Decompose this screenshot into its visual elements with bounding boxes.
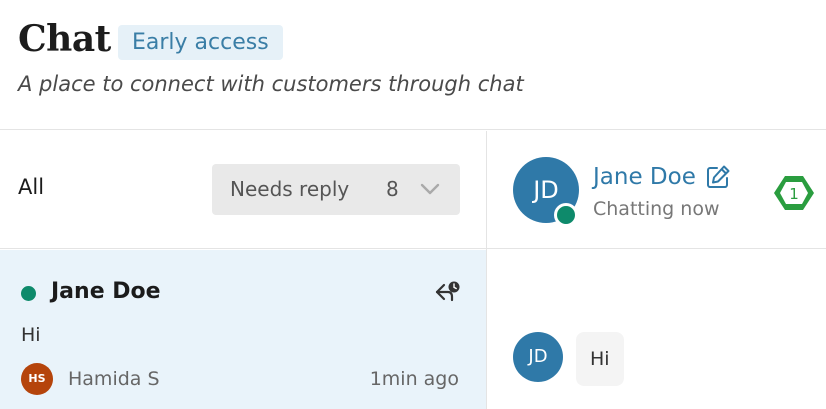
- ticket-count-text: 1: [789, 185, 799, 203]
- assigned-agent-name: Hamida S: [68, 368, 160, 390]
- conversation-timestamp: 1min ago: [369, 368, 459, 390]
- contact-name-link[interactable]: Jane Doe: [593, 164, 696, 190]
- early-access-badge: Early access: [118, 25, 283, 60]
- conversation-list-pane: All Needs reply 8 Jane Doe Hi HS Hamida …: [0, 131, 486, 409]
- conversation-list-item[interactable]: Jane Doe Hi HS Hamida S 1min ago: [0, 250, 486, 409]
- conversation-customer-name: Jane Doe: [51, 279, 161, 304]
- message-sender-avatar: JD: [513, 332, 563, 382]
- filter-row: All Needs reply 8: [0, 131, 486, 249]
- needs-reply-filter-select[interactable]: Needs reply 8: [212, 164, 460, 215]
- filter-select-label: Needs reply: [230, 177, 350, 201]
- contact-status: Chatting now: [593, 198, 720, 220]
- conversation-last-message: Hi: [21, 324, 41, 346]
- contact-header: JD Jane Doe Chatting now 1: [487, 131, 826, 249]
- reply-pending-icon: [435, 281, 460, 302]
- edit-icon[interactable]: [705, 164, 731, 190]
- page-header: Chat Early access A place to connect wit…: [0, 0, 826, 130]
- page-title: Chat: [18, 18, 111, 60]
- agent-avatar: HS: [21, 363, 53, 395]
- filter-select-count: 8: [386, 177, 399, 201]
- ticket-count-badge[interactable]: 1: [773, 174, 815, 212]
- chevron-down-icon: [420, 183, 440, 195]
- chat-message-bubble: Hi: [576, 332, 624, 386]
- chat-pane: JD Jane Doe Chatting now 1 JD Hi: [487, 131, 826, 409]
- page-subtitle: A place to connect with customers throug…: [18, 72, 524, 96]
- online-status-dot: [21, 286, 36, 301]
- contact-online-dot: [554, 203, 578, 227]
- filter-all-label[interactable]: All: [18, 175, 44, 199]
